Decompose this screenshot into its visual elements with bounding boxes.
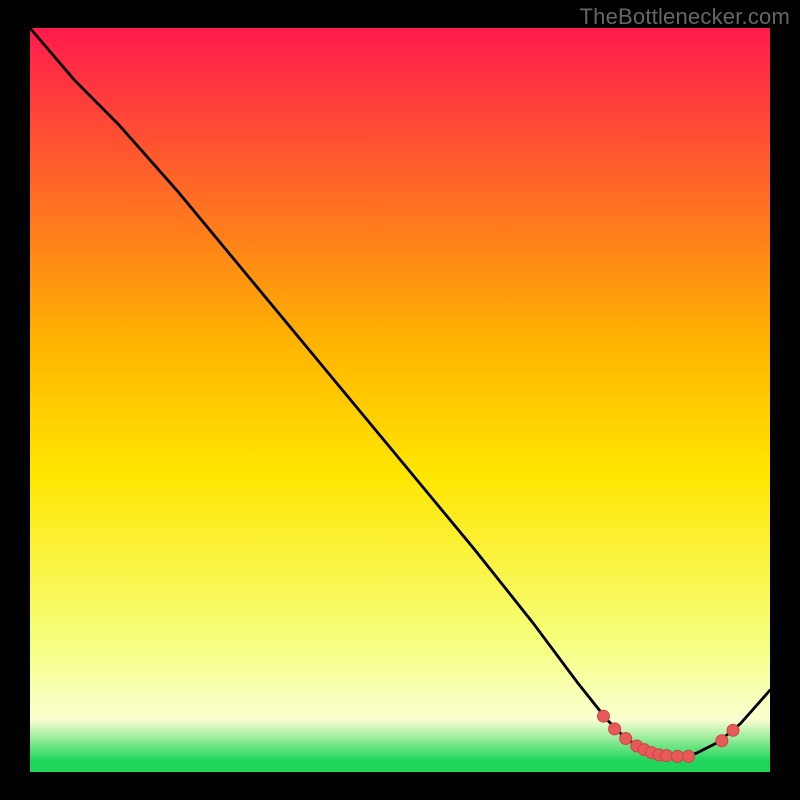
marker-dot <box>609 723 621 735</box>
marker-dot <box>660 750 672 762</box>
marker-dot <box>716 735 728 747</box>
gradient-background <box>30 28 770 772</box>
marker-dot <box>683 750 695 762</box>
marker-dot <box>620 733 632 745</box>
plot-area <box>30 28 770 772</box>
marker-dot <box>727 724 739 736</box>
chart-svg <box>30 28 770 772</box>
watermark-text: TheBottlenecker.com <box>580 4 790 30</box>
marker-dot <box>598 710 610 722</box>
chart-frame: TheBottlenecker.com <box>0 0 800 800</box>
marker-dot <box>672 750 684 762</box>
